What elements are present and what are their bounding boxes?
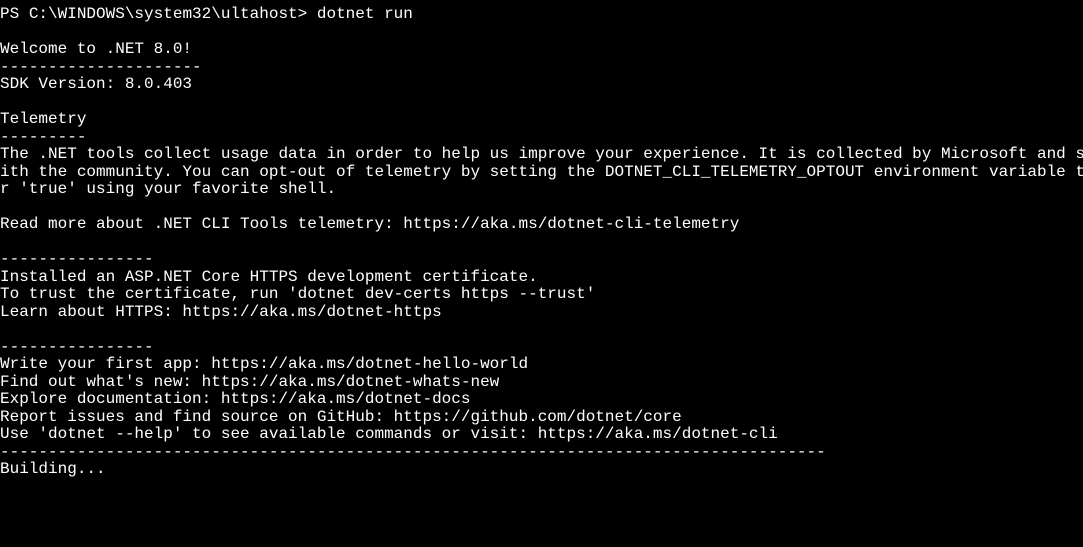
- prompt-prefix: PS: [0, 5, 29, 23]
- output-line: r 'true' using your favorite shell.: [0, 180, 336, 198]
- output-line: Explore documentation: https://aka.ms/do…: [0, 390, 470, 408]
- output-line: Report issues and find source on GitHub:…: [0, 408, 682, 426]
- output-line: SDK Version: 8.0.403: [0, 75, 192, 93]
- output-line: The .NET tools collect usage data in ord…: [0, 145, 1083, 163]
- output-line: ith the community. You can opt-out of te…: [0, 163, 1083, 181]
- output-line: ---------------------: [0, 58, 202, 76]
- output-line: ----------------: [0, 338, 154, 356]
- terminal-output[interactable]: PS C:\WINDOWS\system32\ultahost> dotnet …: [0, 0, 1083, 479]
- output-line: Learn about HTTPS: https://aka.ms/dotnet…: [0, 303, 442, 321]
- output-line: Installed an ASP.NET Core HTTPS developm…: [0, 268, 538, 286]
- prompt-separator: >: [298, 5, 317, 23]
- prompt-path: C:\WINDOWS\system32\ultahost: [29, 5, 298, 23]
- output-line: Building...: [0, 460, 106, 478]
- output-line: ---------: [0, 128, 86, 146]
- output-line: Telemetry: [0, 110, 86, 128]
- output-line: Write your first app: https://aka.ms/dot…: [0, 355, 528, 373]
- command-text: dotnet run: [317, 5, 413, 23]
- output-line: ----------------------------------------…: [0, 443, 826, 461]
- output-line: ----------------: [0, 250, 154, 268]
- output-line: Welcome to .NET 8.0!: [0, 40, 192, 58]
- output-line: Use 'dotnet --help' to see available com…: [0, 425, 778, 443]
- output-line: Find out what's new: https://aka.ms/dotn…: [0, 373, 499, 391]
- output-line: To trust the certificate, run 'dotnet de…: [0, 285, 595, 303]
- output-line: Read more about .NET CLI Tools telemetry…: [0, 215, 739, 233]
